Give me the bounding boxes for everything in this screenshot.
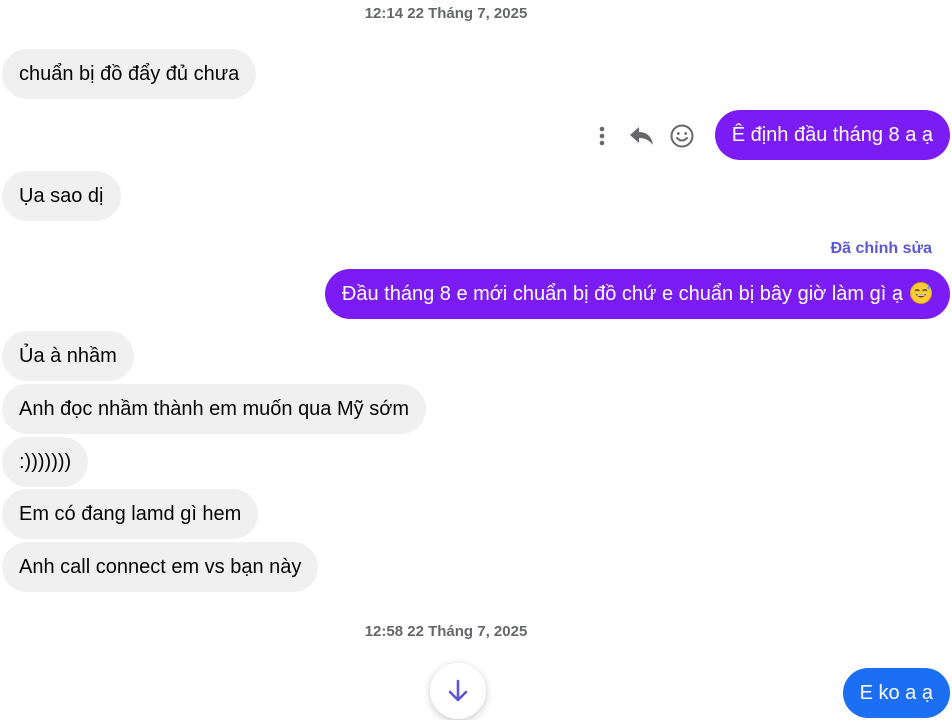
reply-icon bbox=[630, 127, 653, 145]
message-outgoing[interactable]: Đầu tháng 8 e mới chuẩn bị đồ chứ e chuẩ… bbox=[324, 269, 950, 319]
message-incoming[interactable]: Anh call connect em vs bạn này bbox=[2, 542, 319, 592]
timestamp-second: 12:58 22 Tháng 7, 2025 bbox=[364, 623, 528, 640]
more-vertical-icon bbox=[599, 126, 605, 146]
message-incoming[interactable]: Anh đọc nhầm thành em muốn qua Mỹ sớm bbox=[2, 384, 426, 434]
timestamp-first: 12:14 22 Tháng 7, 2025 bbox=[364, 5, 528, 22]
react-button[interactable] bbox=[664, 118, 700, 154]
sweat-smile-emoji-icon bbox=[910, 281, 932, 304]
message-incoming[interactable]: Ụa sao dị bbox=[2, 171, 121, 221]
smiley-icon bbox=[670, 124, 694, 148]
edited-label[interactable]: Đã chỉnh sửa bbox=[831, 240, 932, 258]
scroll-to-bottom-button[interactable] bbox=[430, 663, 486, 719]
message-incoming[interactable]: Em có đang lamd gì hem bbox=[2, 489, 259, 539]
message-incoming[interactable]: :))))))) bbox=[2, 437, 89, 487]
message-outgoing[interactable]: Ê định đầu tháng 8 a ạ bbox=[714, 110, 950, 160]
arrow-down-icon bbox=[448, 679, 468, 702]
more-options-button[interactable] bbox=[584, 118, 620, 154]
message-text: Đầu tháng 8 e mới chuẩn bị đồ chứ e chuẩ… bbox=[341, 283, 903, 305]
message-incoming[interactable]: chuẩn bị đồ đẩy đủ chưa bbox=[2, 49, 257, 99]
message-outgoing[interactable]: E ko a ạ bbox=[842, 668, 950, 718]
message-actions bbox=[584, 118, 704, 154]
reply-button[interactable] bbox=[624, 118, 660, 154]
message-incoming[interactable]: Ủa à nhầm bbox=[2, 331, 134, 381]
